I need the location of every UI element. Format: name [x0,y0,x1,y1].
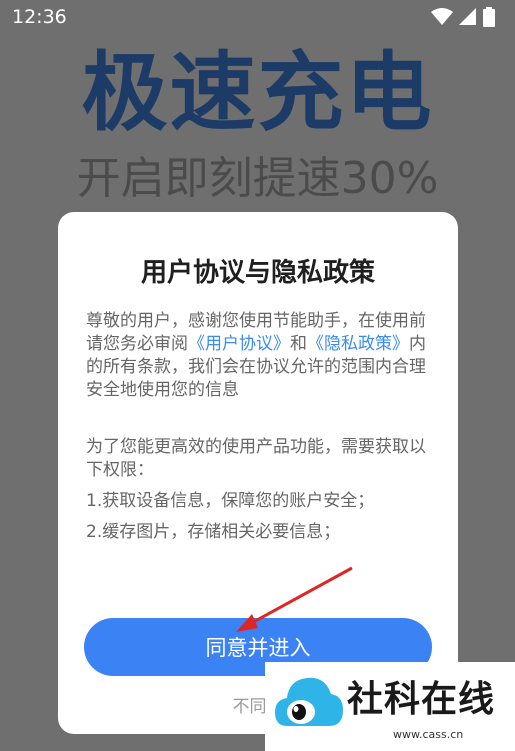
cloud-logo-icon [275,677,343,726]
background-subtitle: 开启即刻提速30% [76,153,439,204]
dialog-title: 用户协议与隐私政策 [140,258,375,288]
watermark-url: www.cass.cn [393,728,464,741]
permission-item-cache: 2.缓存图片，存储相关必要信息； [86,522,341,542]
dialog-body: 尊敬的用户，感谢您使用节能助手，在使用前请您务必审阅《用户协议》和《隐私政策》内… [86,310,436,544]
intro-paragraph: 尊敬的用户，感谢您使用节能助手，在使用前请您务必审阅《用户协议》和《隐私政策》内… [86,310,436,402]
privacy-policy-link[interactable]: 《隐私政策》 [307,334,409,354]
user-agreement-link[interactable]: 《用户协议》 [188,334,290,354]
watermark-text: 社科在线 [347,679,496,720]
privacy-dialog: 用户协议与隐私政策 尊敬的用户，感谢您使用节能助手，在使用前请您务必审阅《用户协… [58,212,458,734]
watermark: 社科在线 www.cass.cn [265,662,515,751]
intro-and: 和 [290,334,307,354]
background-title: 极速充电 [81,43,434,143]
permission-intro: 为了您能更高效的使用产品功能，需要获取以下权限： [86,437,426,480]
permission-item-device: 1.获取设备信息，保障您的账户安全； [86,491,375,511]
